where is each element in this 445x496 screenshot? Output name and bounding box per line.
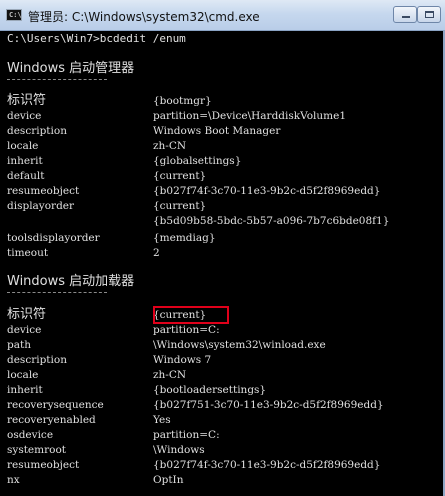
section-heading-bootloader: Windows 启动加载器 xyxy=(7,274,135,289)
list-item: recoverysequence {b027f751-3c70-11e3-9b2c… xyxy=(7,399,384,411)
list-item: systemroot \Windows xyxy=(7,444,205,456)
list-item: locale zh-CN xyxy=(7,369,187,381)
window-title: 管理员: C:\Windows\system32\cmd.exe xyxy=(28,10,260,24)
list-item: {b5d09b58-5bdc-5b57-a096-7b7c6bde08f1} xyxy=(153,215,390,227)
cmd-window: C:\ 管理员: C:\Windows\system32\cmd.exe C:\… xyxy=(0,0,445,496)
minimize-button[interactable] xyxy=(393,6,417,23)
list-item: recoveryenabled Yes xyxy=(7,414,171,426)
list-item: resumeobject {b027f74f-3c70-11e3-9b2c-d5f… xyxy=(7,185,381,197)
list-item: device partition=\Device\HarddiskVolume1 xyxy=(7,110,347,122)
maximize-button[interactable] xyxy=(417,6,441,23)
list-item: device partition=C: xyxy=(7,324,220,336)
title-bar[interactable]: C:\ 管理员: C:\Windows\system32\cmd.exe xyxy=(0,0,445,31)
section-heading-bootmgr: Windows 启动管理器 xyxy=(7,61,135,76)
section-separator xyxy=(7,292,107,294)
console-output[interactable]: C:\Users\Win7>bcdedit /enum Windows 启动管理… xyxy=(7,31,445,496)
maximize-icon xyxy=(425,11,434,18)
list-item: description Windows 7 xyxy=(7,354,212,366)
list-item: path \Windows\system32\winload.exe xyxy=(7,339,326,351)
list-item: resumeobject {b027f74f-3c70-11e3-9b2c-d5f… xyxy=(7,459,381,471)
list-item: displayorder {current} xyxy=(7,200,207,212)
minimize-icon xyxy=(402,16,410,18)
list-item: inherit {bootloadersettings} xyxy=(7,384,267,396)
prompt-line: C:\Users\Win7>bcdedit /enum xyxy=(7,32,186,45)
list-item: 标识符 {bootmgr} xyxy=(7,93,212,108)
list-item: description Windows Boot Manager xyxy=(7,125,281,137)
list-item: locale zh-CN xyxy=(7,140,187,152)
list-item: default {current} xyxy=(7,170,207,182)
console-icon: C:\ xyxy=(6,9,22,21)
list-item: timeout 2 xyxy=(7,247,160,259)
list-item: inherit {globalsettings} xyxy=(7,155,242,167)
list-item: osdevice partition=C: xyxy=(7,429,220,441)
list-item: toolsdisplayorder {memdiag} xyxy=(7,232,216,244)
list-item: nx OptIn xyxy=(7,474,184,486)
section-separator xyxy=(7,79,107,81)
